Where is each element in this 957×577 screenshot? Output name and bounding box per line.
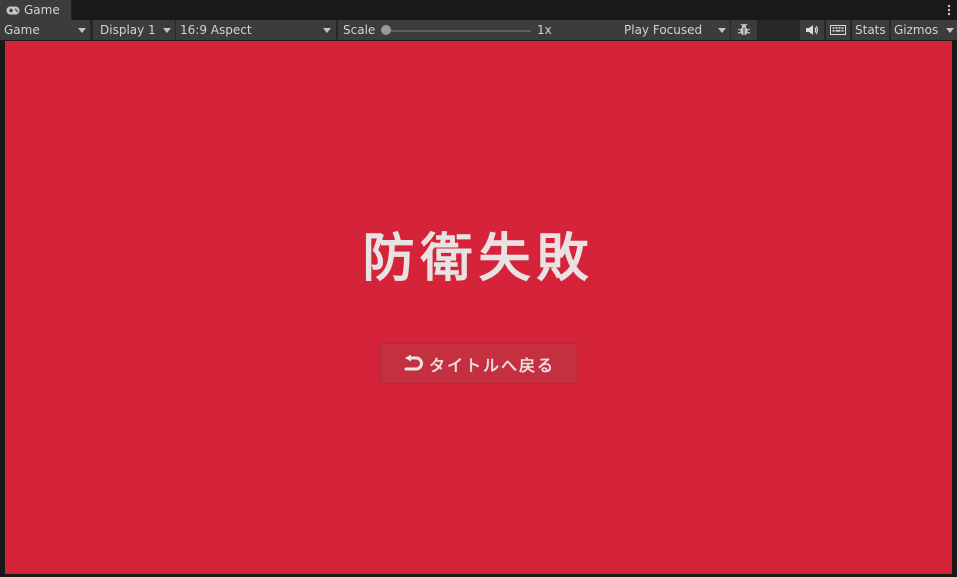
return-arrow-icon bbox=[404, 354, 423, 370]
scale-label: Scale bbox=[343, 23, 376, 37]
game-window: Game Game Display 1 16:9 Aspect Scale 1x bbox=[0, 0, 957, 577]
display-dropdown[interactable]: Display 1 bbox=[93, 20, 175, 40]
frame-debugger-button[interactable] bbox=[731, 20, 757, 40]
chevron-down-icon bbox=[163, 28, 171, 33]
scale-control: Scale 1x bbox=[338, 20, 620, 40]
defeat-title: 防衛失敗 bbox=[362, 229, 595, 289]
tab-game[interactable]: Game bbox=[0, 0, 72, 20]
aspect-dropdown[interactable]: 16:9 Aspect bbox=[176, 20, 336, 40]
game-viewport[interactable]: 防衛失敗 タイトルへ戻る bbox=[5, 41, 952, 574]
bug-icon bbox=[737, 23, 751, 36]
mute-audio-button[interactable] bbox=[800, 20, 824, 40]
gizmos-label: Gizmos bbox=[894, 23, 939, 37]
kebab-menu-icon[interactable] bbox=[947, 3, 951, 17]
gamepad-icon bbox=[6, 6, 20, 14]
stats-button[interactable]: Stats bbox=[852, 20, 889, 40]
scale-slider-handle[interactable] bbox=[381, 25, 391, 35]
tab-game-label: Game bbox=[24, 3, 60, 17]
play-mode-dropdown[interactable]: Play Focused bbox=[620, 20, 730, 40]
chevron-down-icon bbox=[946, 28, 954, 33]
scale-value: 1x bbox=[537, 23, 552, 37]
stats-label: Stats bbox=[855, 23, 886, 37]
gizmos-dropdown[interactable]: Gizmos bbox=[891, 20, 957, 40]
tab-bar: Game bbox=[0, 0, 957, 20]
view-mode-label: Game bbox=[4, 23, 40, 37]
view-mode-dropdown[interactable]: Game bbox=[0, 20, 90, 40]
play-mode-label: Play Focused bbox=[624, 23, 703, 37]
chevron-down-icon bbox=[323, 28, 331, 33]
speaker-icon bbox=[806, 25, 818, 35]
shortcuts-button[interactable] bbox=[826, 20, 850, 40]
chevron-down-icon bbox=[78, 28, 86, 33]
chevron-down-icon bbox=[718, 28, 726, 33]
keyboard-icon bbox=[830, 25, 846, 35]
aspect-label: 16:9 Aspect bbox=[180, 23, 252, 37]
scale-slider-track[interactable] bbox=[383, 30, 531, 32]
game-toolbar: Game Display 1 16:9 Aspect Scale 1x Play… bbox=[0, 20, 957, 41]
back-to-title-button[interactable]: タイトルへ戻る bbox=[380, 343, 578, 384]
back-to-title-label: タイトルへ戻る bbox=[428, 355, 555, 375]
display-label: Display 1 bbox=[100, 23, 156, 37]
